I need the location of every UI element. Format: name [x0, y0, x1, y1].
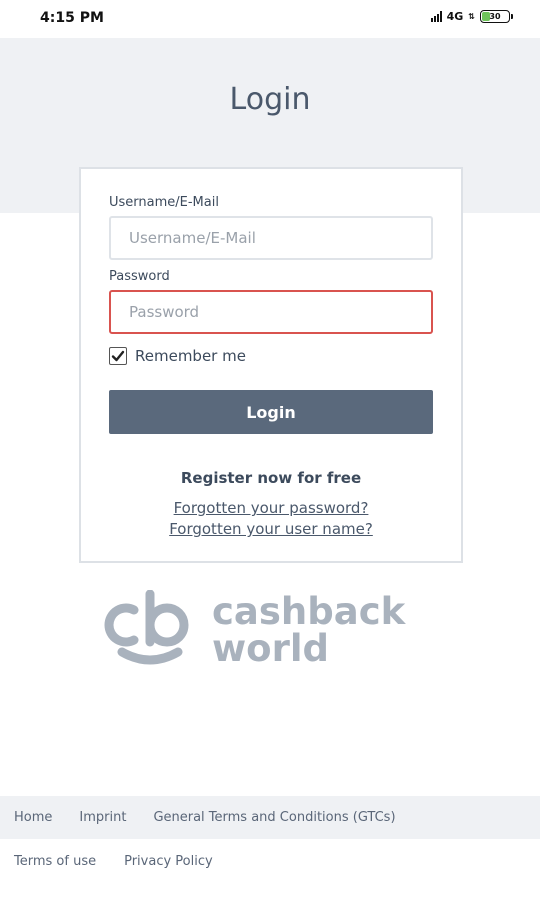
- logo-wordmark-line2: world: [212, 627, 329, 665]
- signal-icon: [430, 11, 442, 22]
- battery-level: 30: [489, 12, 501, 21]
- login-button[interactable]: Login: [109, 390, 433, 434]
- cashback-world-logo: cashback world: [104, 590, 407, 665]
- page-title: Login: [229, 82, 311, 117]
- register-link[interactable]: Register now for free: [81, 469, 461, 487]
- footer-links-row-2: Terms of use Privacy Policy: [0, 844, 540, 878]
- username-label: Username/E-Mail: [109, 195, 219, 210]
- remember-me-checkbox[interactable]: [109, 347, 127, 365]
- footer-links-row-1: Home Imprint General Terms and Condition…: [0, 796, 540, 839]
- forgot-password-link[interactable]: Forgotten your password?: [81, 499, 461, 517]
- footer-link-terms-of-use[interactable]: Terms of use: [14, 854, 96, 869]
- status-icons: 4G ⇅ 30: [430, 10, 513, 23]
- footer-link-gtc[interactable]: General Terms and Conditions (GTCs): [153, 810, 395, 825]
- forgot-username-link[interactable]: Forgotten your user name?: [81, 520, 461, 538]
- footer-link-home[interactable]: Home: [14, 810, 52, 825]
- remember-me-row[interactable]: Remember me: [109, 347, 246, 365]
- remember-me-label: Remember me: [135, 347, 246, 365]
- footer-link-privacy-policy[interactable]: Privacy Policy: [124, 854, 213, 869]
- network-type: 4G: [446, 10, 464, 23]
- password-label: Password: [109, 269, 170, 284]
- status-bar: 4:15 PM 4G ⇅ 30: [0, 0, 540, 38]
- status-time: 4:15 PM: [40, 10, 104, 26]
- password-input[interactable]: [109, 290, 433, 334]
- username-input[interactable]: [109, 216, 433, 260]
- battery-icon: 30: [480, 10, 513, 23]
- login-form: Username/E-Mail Password Remember me Log…: [79, 167, 463, 563]
- data-arrows-icon: ⇅: [468, 11, 475, 21]
- footer: Home Imprint General Terms and Condition…: [0, 796, 540, 900]
- footer-link-imprint[interactable]: Imprint: [79, 810, 126, 825]
- checkmark-icon: [111, 350, 125, 362]
